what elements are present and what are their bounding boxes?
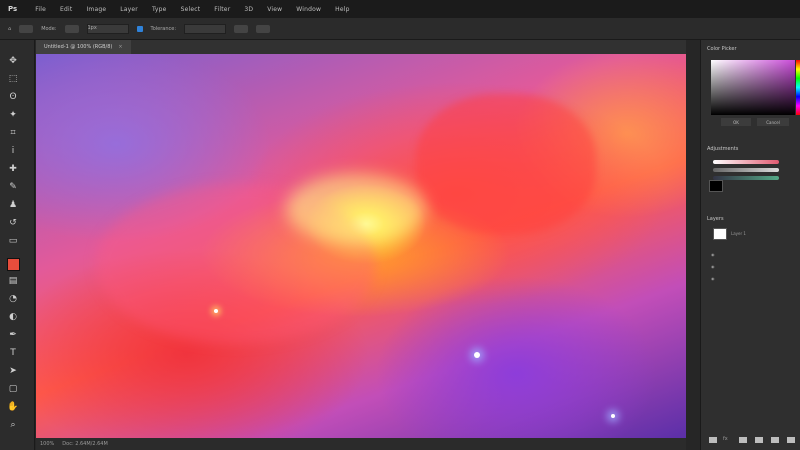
adjustment-layer-icon[interactable] <box>755 437 763 443</box>
eye-icon[interactable]: ◉ <box>711 252 715 257</box>
menu-filter[interactable]: Filter <box>214 6 230 13</box>
mode-dropdown[interactable] <box>64 24 79 33</box>
menu-select[interactable]: Select <box>181 6 201 13</box>
menu-help[interactable]: Help <box>335 6 349 13</box>
refine-edge-button[interactable] <box>256 24 271 33</box>
canvas-artwork-glow <box>286 174 426 244</box>
canvas-artwork-red-region <box>416 94 596 234</box>
move-icon[interactable]: ✥ <box>6 56 20 67</box>
adjustments-panel-title: Adjustments <box>707 146 739 152</box>
menu-edit[interactable]: Edit <box>60 6 72 13</box>
canvas-sparkle <box>611 414 615 418</box>
menu-file[interactable]: File <box>35 6 46 13</box>
canvas-area[interactable] <box>36 54 686 438</box>
brush-icon[interactable]: ✎ <box>6 182 20 193</box>
green-slider[interactable] <box>713 168 779 172</box>
healing-brush-icon[interactable]: ✚ <box>6 164 20 175</box>
status-bar: 100% Doc: 2.64M/2.64M <box>36 438 686 450</box>
sample-all-layers-toggle[interactable] <box>234 24 249 33</box>
color-picker-field[interactable] <box>711 60 795 115</box>
menu-view[interactable]: View <box>267 6 282 13</box>
history-brush-icon[interactable]: ↺ <box>6 218 20 229</box>
red-slider[interactable] <box>713 160 779 164</box>
hue-slider[interactable] <box>796 60 800 115</box>
tolerance-label: Tolerance: <box>150 25 177 32</box>
new-layer-icon[interactable] <box>771 437 779 443</box>
eraser-icon[interactable]: ▭ <box>6 236 20 247</box>
shape-icon[interactable]: ▢ <box>6 384 20 395</box>
document-tab[interactable]: Untitled-1 @ 100% (RGB/8) × <box>36 40 131 54</box>
document-size: Doc: 2.64M/2.64M <box>62 441 108 447</box>
home-icon[interactable]: ⌂ <box>8 26 11 32</box>
hand-icon[interactable]: ✋ <box>6 402 20 413</box>
document-tab-label: Untitled-1 @ 100% (RGB/8) <box>44 44 113 50</box>
dodge-icon[interactable]: ◐ <box>6 312 20 323</box>
tool-preset-picker[interactable] <box>19 24 34 33</box>
pen-icon[interactable]: ✒ <box>6 330 20 341</box>
close-icon[interactable]: × <box>118 44 122 50</box>
app-logo: Ps <box>8 5 18 13</box>
canvas-sparkle <box>214 309 218 313</box>
zoom-icon[interactable]: ⌕ <box>6 420 20 431</box>
zoom-level[interactable]: 100% <box>40 441 54 447</box>
magic-wand-icon[interactable]: ✦ <box>6 110 20 121</box>
right-panels: Color Picker OK Cancel Adjustments Layer… <box>700 40 800 450</box>
type-icon[interactable]: T <box>6 348 20 359</box>
crop-icon[interactable]: ⌗ <box>6 128 20 139</box>
size-field[interactable]: 1px <box>86 23 129 34</box>
mask-icon[interactable] <box>739 437 747 443</box>
marquee-icon[interactable]: ⬚ <box>6 74 20 85</box>
menu-layer[interactable]: Layer <box>120 6 138 13</box>
canvas-sparkle <box>474 352 480 358</box>
cancel-button[interactable]: Cancel <box>757 118 789 126</box>
eye-icon[interactable]: ◉ <box>711 264 715 269</box>
document-canvas[interactable] <box>36 54 686 438</box>
blur-icon[interactable]: ◔ <box>6 294 20 305</box>
toolbox: ✥ ⬚ ʘ ✦ ⌗ ⅰ ✚ ✎ ♟ ↺ ▭ ▤ ◔ ◐ ✒ T ➤ ▢ ✋ ⌕ <box>0 40 35 450</box>
eye-icon[interactable]: ◉ <box>711 276 715 281</box>
menu-type[interactable]: Type <box>152 6 167 13</box>
background-color-swatch[interactable] <box>709 180 723 192</box>
mode-label: Mode: <box>41 25 57 32</box>
path-select-icon[interactable]: ➤ <box>6 366 20 377</box>
menu-bar: Ps File Edit Image Layer Type Select Fil… <box>0 0 800 18</box>
menu-window[interactable]: Window <box>296 6 321 13</box>
trash-icon[interactable] <box>787 437 795 443</box>
layer-name[interactable]: Layer 1 <box>731 231 746 236</box>
gradient-icon[interactable]: ▤ <box>6 276 20 287</box>
eyedropper-icon[interactable]: ⅰ <box>6 146 20 157</box>
layer-thumbnail[interactable] <box>713 228 727 240</box>
anti-alias-checkbox[interactable] <box>136 25 143 32</box>
layers-panel-title: Layers <box>707 216 724 222</box>
menu-image[interactable]: Image <box>86 6 106 13</box>
link-layers-icon[interactable] <box>709 437 717 443</box>
document-tab-bar: Untitled-1 @ 100% (RGB/8) × <box>36 40 686 55</box>
fx-icon[interactable]: fx <box>723 436 728 442</box>
ok-button[interactable]: OK <box>721 118 751 126</box>
clone-stamp-icon[interactable]: ♟ <box>6 200 20 211</box>
foreground-color-swatch[interactable] <box>7 258 20 271</box>
tolerance-field[interactable] <box>184 23 227 34</box>
options-bar: ⌂ Mode: 1px Tolerance: <box>0 18 800 40</box>
menu-3d[interactable]: 3D <box>244 6 253 13</box>
lasso-icon[interactable]: ʘ <box>6 92 20 103</box>
color-panel-title: Color Picker <box>707 46 737 52</box>
